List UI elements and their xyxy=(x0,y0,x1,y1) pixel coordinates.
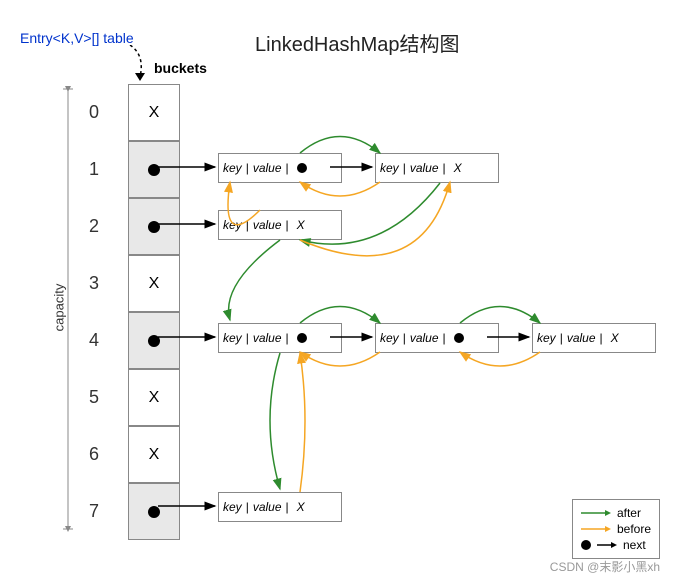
legend-before: before xyxy=(581,522,651,536)
node-key: key xyxy=(380,331,399,345)
legend-after: after xyxy=(581,506,651,520)
table-pointer-arrow xyxy=(120,45,160,85)
node-key: key xyxy=(223,500,242,514)
node-value: value xyxy=(253,331,282,345)
node-value: value xyxy=(410,161,439,175)
bucket-index: 1 xyxy=(89,159,99,180)
node-key: key xyxy=(223,161,242,175)
bucket-index: 4 xyxy=(89,330,99,351)
empty-bucket-x: X xyxy=(149,389,160,407)
node-key: key xyxy=(380,161,399,175)
next-pointer-icon xyxy=(454,333,464,343)
bucket-cell: 2 xyxy=(128,198,180,255)
node-key: key xyxy=(223,331,242,345)
pointer-dot-icon xyxy=(148,506,160,518)
bucket-cell: 7 xyxy=(128,483,180,540)
bucket-index: 6 xyxy=(89,444,99,465)
node-value: value xyxy=(253,218,282,232)
entry-node: key | value | X xyxy=(218,210,342,240)
node-key: key xyxy=(223,218,242,232)
node-value: value xyxy=(410,331,439,345)
empty-bucket-x: X xyxy=(149,275,160,293)
node-value: value xyxy=(253,161,282,175)
entry-node: key | value | xyxy=(218,323,342,353)
null-pointer: X xyxy=(297,218,305,232)
next-pointer-icon xyxy=(297,163,307,173)
bucket-cell: 6X xyxy=(128,426,180,483)
null-pointer: X xyxy=(611,331,619,345)
bucket-index: 3 xyxy=(89,273,99,294)
pointer-dot-icon xyxy=(148,164,160,176)
legend-next: next xyxy=(581,538,651,552)
entry-node: key | value | X xyxy=(532,323,656,353)
buckets-label: buckets xyxy=(154,60,207,76)
capacity-arrow xyxy=(58,84,78,534)
pointer-dot-icon xyxy=(148,335,160,347)
entry-node: key | value | xyxy=(218,153,342,183)
node-value: value xyxy=(253,500,282,514)
bucket-cell: 4 xyxy=(128,312,180,369)
bucket-cell: 5X xyxy=(128,369,180,426)
watermark: CSDN @末影小黑xh xyxy=(550,558,660,575)
bucket-index: 5 xyxy=(89,387,99,408)
empty-bucket-x: X xyxy=(149,104,160,122)
bucket-cell: 0X xyxy=(128,84,180,141)
table-type-label: Entry<K,V>[] table xyxy=(20,30,134,46)
next-pointer-icon xyxy=(297,333,307,343)
pointer-dot-icon xyxy=(148,221,160,233)
bucket-cell: 3X xyxy=(128,255,180,312)
bucket-index: 7 xyxy=(89,501,99,522)
null-pointer: X xyxy=(454,161,462,175)
bucket-index: 2 xyxy=(89,216,99,237)
entry-node: key | value | X xyxy=(375,153,499,183)
entry-node: key | value | X xyxy=(218,492,342,522)
diagram-title: LinkedHashMap结构图 xyxy=(255,28,460,57)
bucket-array: 0X123X45X6X7 xyxy=(128,84,180,540)
empty-bucket-x: X xyxy=(149,446,160,464)
entry-node: key | value | xyxy=(375,323,499,353)
node-key: key xyxy=(537,331,556,345)
null-pointer: X xyxy=(297,500,305,514)
legend: after before next xyxy=(572,499,660,559)
bucket-cell: 1 xyxy=(128,141,180,198)
node-value: value xyxy=(567,331,596,345)
bucket-index: 0 xyxy=(89,102,99,123)
